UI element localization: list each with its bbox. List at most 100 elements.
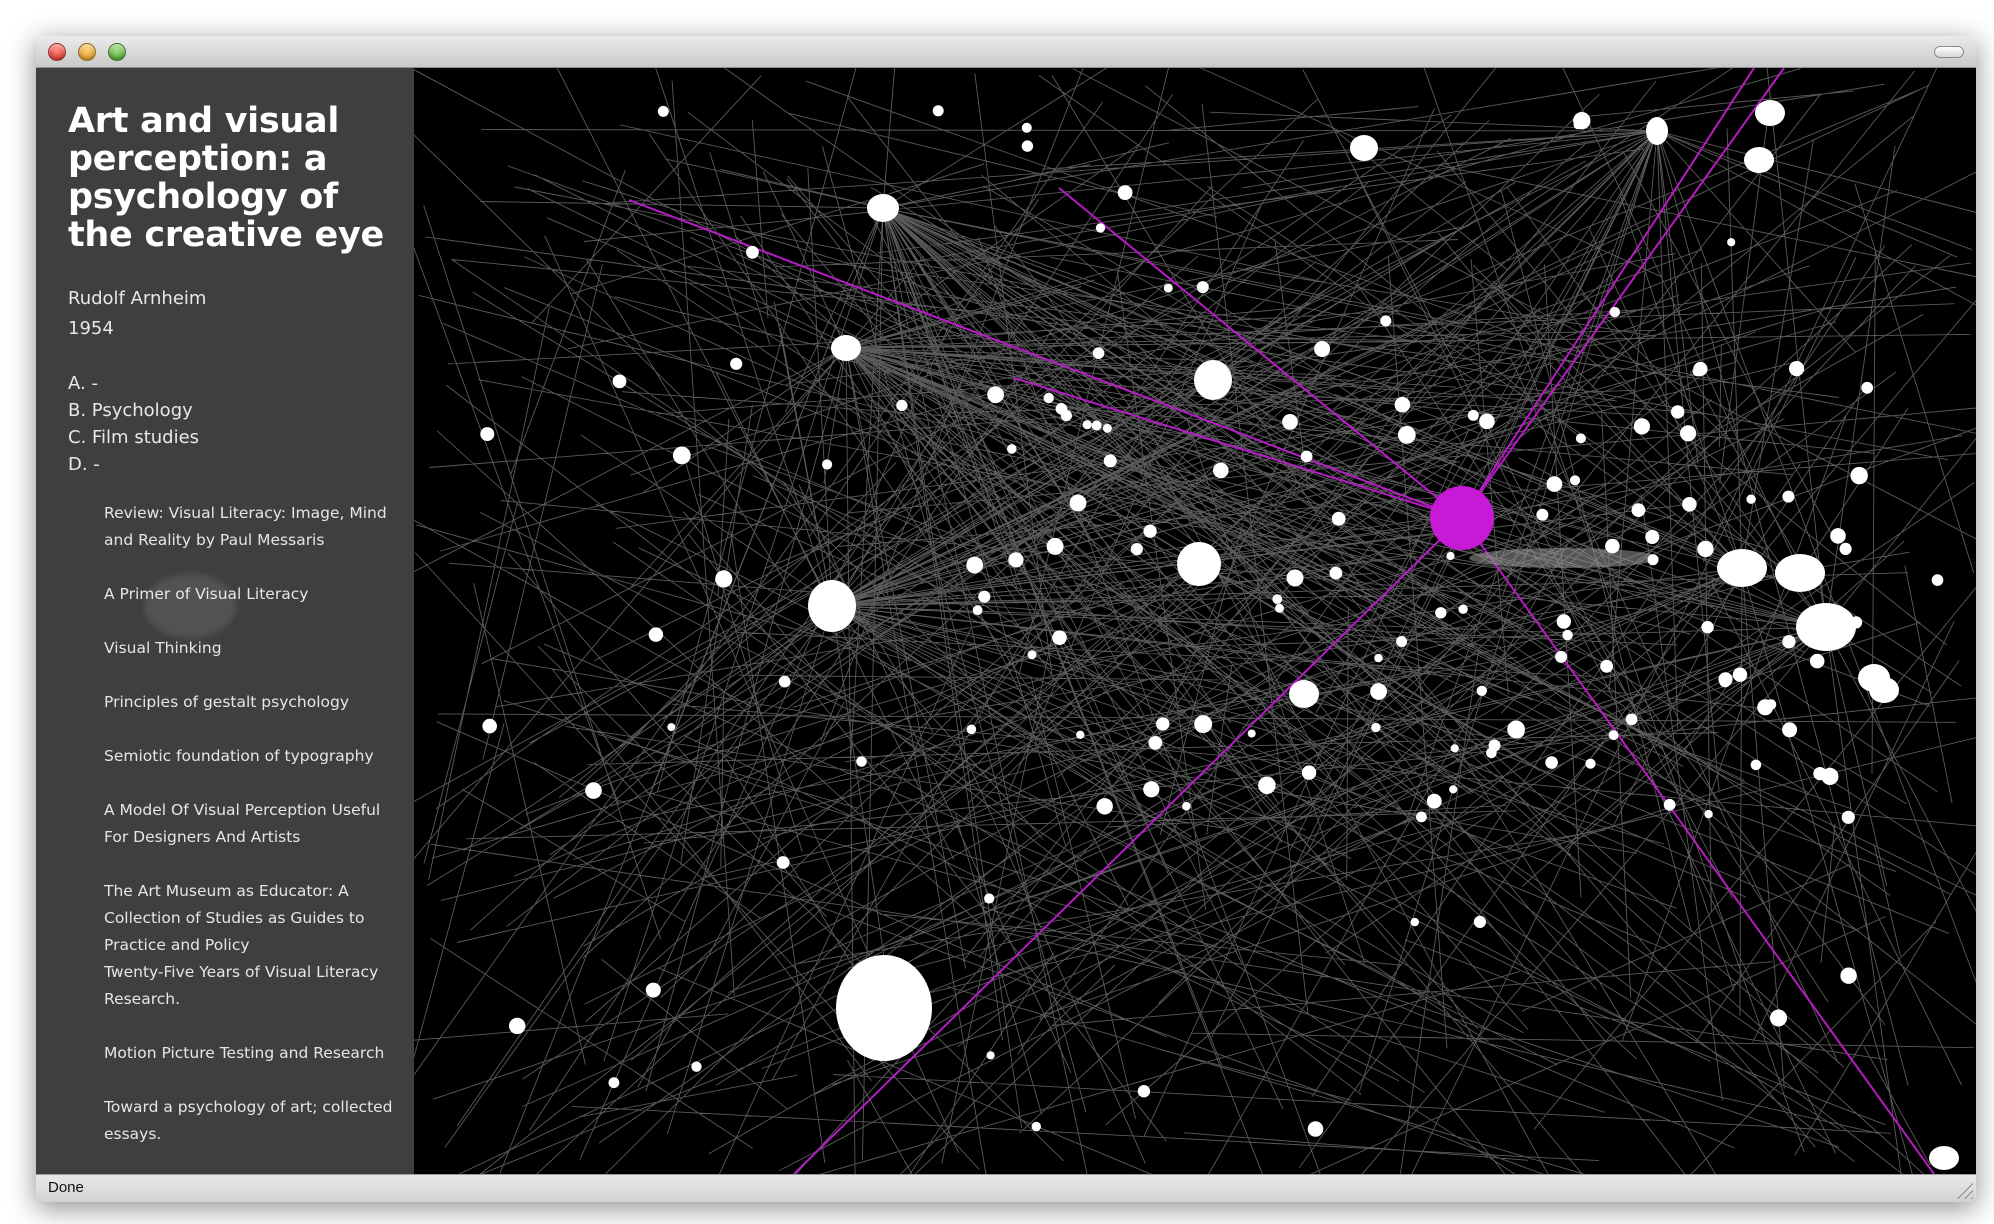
- graph-node[interactable]: [1137, 1085, 1151, 1098]
- graph-node[interactable]: [1458, 604, 1468, 614]
- graph-node[interactable]: [986, 1051, 995, 1060]
- related-item[interactable]: Visual Thinking: [104, 635, 398, 662]
- graph-node[interactable]: [1473, 915, 1486, 929]
- related-item[interactable]: Semiotic foundation of typography: [104, 743, 398, 770]
- graph-node[interactable]: [1426, 793, 1442, 809]
- graph-node[interactable]: [831, 335, 861, 361]
- graph-node[interactable]: [1060, 410, 1072, 422]
- graph-node[interactable]: [1213, 462, 1229, 479]
- graph-node[interactable]: [648, 627, 664, 642]
- selected-node[interactable]: [1430, 486, 1494, 550]
- minimize-icon[interactable]: [78, 43, 96, 61]
- graph-node[interactable]: [1671, 405, 1685, 419]
- graph-node[interactable]: [1841, 810, 1855, 824]
- graph-node[interactable]: [1821, 767, 1839, 786]
- graph-node[interactable]: [1782, 490, 1795, 503]
- graph-node[interactable]: [1507, 720, 1525, 739]
- graph-node[interactable]: [667, 723, 676, 732]
- graph-node[interactable]: [1701, 621, 1714, 634]
- graph-node[interactable]: [1374, 653, 1383, 663]
- graph-node[interactable]: [1307, 1121, 1324, 1137]
- graph-node[interactable]: [1396, 636, 1408, 647]
- graph-node[interactable]: [1446, 551, 1455, 561]
- graph-node[interactable]: [1562, 629, 1573, 641]
- graph-node[interactable]: [1573, 112, 1591, 130]
- graph-node[interactable]: [1091, 420, 1102, 431]
- graph-node[interactable]: [932, 105, 944, 117]
- graph-node[interactable]: [1449, 785, 1458, 794]
- graph-node[interactable]: [1693, 361, 1708, 377]
- graph-node[interactable]: [1156, 717, 1170, 731]
- graph-node[interactable]: [1394, 396, 1411, 413]
- graph-node[interactable]: [1858, 664, 1890, 692]
- graph-node[interactable]: [1103, 454, 1117, 468]
- graph-node[interactable]: [1645, 530, 1660, 544]
- graph-node[interactable]: [778, 675, 791, 688]
- graph-node[interactable]: [1007, 444, 1017, 454]
- graph-node[interactable]: [730, 357, 743, 370]
- graph-node[interactable]: [1046, 537, 1064, 555]
- graph-node[interactable]: [1775, 554, 1825, 592]
- graph-node[interactable]: [972, 605, 983, 616]
- graph-node[interactable]: [1102, 423, 1112, 433]
- toolbar-toggle-icon[interactable]: [1934, 46, 1964, 58]
- graph-node[interactable]: [1092, 347, 1105, 359]
- zoom-icon[interactable]: [108, 43, 126, 61]
- graph-node[interactable]: [867, 194, 899, 222]
- graph-node[interactable]: [1021, 140, 1034, 152]
- graph-node[interactable]: [1600, 659, 1613, 673]
- related-item[interactable]: Twenty-Five Years of Visual Literacy Res…: [104, 959, 398, 1013]
- graph-node[interactable]: [978, 590, 991, 603]
- graph-node[interactable]: [1569, 475, 1581, 486]
- graph-node[interactable]: [1850, 466, 1868, 485]
- graph-node[interactable]: [1371, 722, 1381, 733]
- close-icon[interactable]: [48, 43, 66, 61]
- graph-node[interactable]: [1043, 392, 1054, 404]
- graph-node[interactable]: [1536, 508, 1549, 521]
- graph-node[interactable]: [1646, 117, 1668, 145]
- graph-node[interactable]: [1177, 542, 1221, 586]
- graph-node[interactable]: [1757, 699, 1774, 716]
- graph-node[interactable]: [1370, 683, 1387, 700]
- related-item[interactable]: Review: Visual Literacy: Image, Mind and…: [104, 500, 398, 554]
- graph-node[interactable]: [1329, 566, 1343, 580]
- graph-node[interactable]: [1718, 672, 1733, 687]
- graph-node[interactable]: [1750, 759, 1762, 771]
- graph-node[interactable]: [966, 556, 984, 574]
- graph-node[interactable]: [1272, 594, 1283, 604]
- graph-node[interactable]: [808, 580, 856, 632]
- graph-node[interactable]: [1095, 223, 1106, 233]
- graph-node[interactable]: [1647, 554, 1659, 566]
- graph-node[interactable]: [612, 374, 627, 389]
- graph-node[interactable]: [1840, 967, 1857, 984]
- graph-node[interactable]: [1682, 497, 1697, 512]
- graph-node[interactable]: [1027, 650, 1037, 660]
- graph-node[interactable]: [1545, 756, 1558, 769]
- graph-node[interactable]: [1275, 603, 1284, 613]
- graph-node[interactable]: [1314, 341, 1331, 357]
- graph-node[interactable]: [1631, 503, 1646, 517]
- graph-node[interactable]: [966, 724, 977, 735]
- graph-node[interactable]: [1931, 574, 1944, 586]
- graph-node[interactable]: [1258, 776, 1276, 795]
- graph-node[interactable]: [1130, 543, 1143, 556]
- graph-node[interactable]: [1397, 426, 1416, 444]
- graph-node[interactable]: [657, 105, 669, 117]
- graph-node[interactable]: [672, 446, 691, 465]
- graph-node[interactable]: [1782, 635, 1796, 649]
- graph-node[interactable]: [1861, 381, 1874, 394]
- graph-node[interactable]: [1608, 730, 1619, 741]
- graph-node[interactable]: [1663, 798, 1676, 811]
- graph-node[interactable]: [1830, 528, 1846, 544]
- resize-grip-icon[interactable]: [1955, 1181, 1973, 1199]
- graph-node[interactable]: [1467, 409, 1479, 421]
- graph-node[interactable]: [1625, 713, 1638, 726]
- graph-node[interactable]: [608, 1077, 620, 1089]
- graph-node[interactable]: [1021, 122, 1032, 133]
- graph-node[interactable]: [1782, 722, 1798, 738]
- graph-node[interactable]: [1008, 552, 1024, 568]
- related-item[interactable]: The Art Museum as Educator: A Collection…: [104, 878, 398, 959]
- related-item[interactable]: A Model Of Visual Perception Useful For …: [104, 797, 398, 851]
- graph-node[interactable]: [1301, 765, 1317, 780]
- graph-node[interactable]: [645, 982, 661, 998]
